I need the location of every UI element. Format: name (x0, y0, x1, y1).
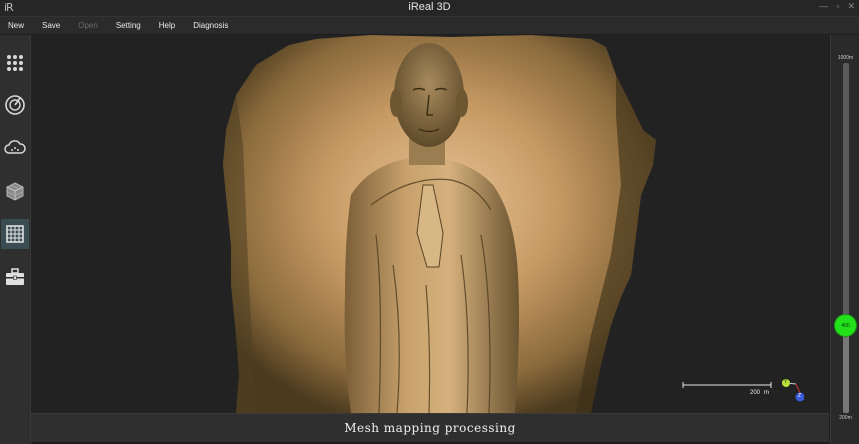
sidebar-tool-scan[interactable] (1, 90, 29, 120)
scale-bar-line (682, 382, 772, 388)
depth-max-label: 1000m (837, 55, 854, 61)
depth-min-label: 200m (839, 415, 852, 421)
depth-slider-fill (843, 325, 849, 413)
cloud-icon (4, 140, 26, 154)
sidebar-tool-points[interactable] (1, 48, 29, 78)
menu-help[interactable]: Help (159, 21, 175, 30)
tool-sidebar (0, 35, 31, 444)
scan-dial-icon (5, 95, 25, 115)
axis-z-label: Z (798, 393, 802, 399)
status-bar: Mesh mapping processing (31, 413, 829, 442)
dots-grid-icon (7, 55, 23, 71)
toolbox-icon (6, 268, 24, 285)
close-button[interactable]: ✕ (847, 1, 855, 12)
3d-viewport[interactable]: 200 m Y Z (31, 35, 829, 413)
menu-save[interactable]: Save (42, 21, 60, 30)
scale-bar-value: 200 (750, 390, 761, 396)
menu-new[interactable]: New (8, 21, 24, 30)
sidebar-tool-texture[interactable] (1, 219, 29, 249)
sidebar-tool-mesh[interactable] (1, 176, 29, 206)
sidebar-tool-toolbox[interactable] (1, 262, 29, 292)
menu-bar: New Save Open Setting Help Diagnosis (0, 17, 859, 34)
mesh-model-render[interactable] (31, 35, 829, 413)
menu-open: Open (78, 21, 98, 30)
menu-diagnosis[interactable]: Diagnosis (193, 21, 228, 30)
texture-grid-icon (6, 225, 24, 243)
window-controls: — ▫ ✕ (819, 1, 855, 12)
menu-setting[interactable]: Setting (116, 21, 141, 30)
depth-slider-thumb[interactable]: 400 (835, 315, 856, 336)
sidebar-tool-cloud[interactable] (1, 133, 29, 163)
window-title: iReal 3D (408, 1, 451, 13)
depth-slider-track[interactable] (843, 63, 849, 413)
title-bar: iR iReal 3D — ▫ ✕ (0, 0, 859, 17)
mesh-cube-icon (6, 182, 24, 201)
axis-y-label: Y (784, 379, 788, 385)
status-text: Mesh mapping processing (344, 421, 516, 435)
scale-bar-unit: m (764, 390, 769, 396)
maximize-button[interactable]: ▫ (836, 1, 839, 12)
depth-panel: 1000m 400 200m (830, 35, 859, 444)
minimize-button[interactable]: — (819, 1, 828, 12)
